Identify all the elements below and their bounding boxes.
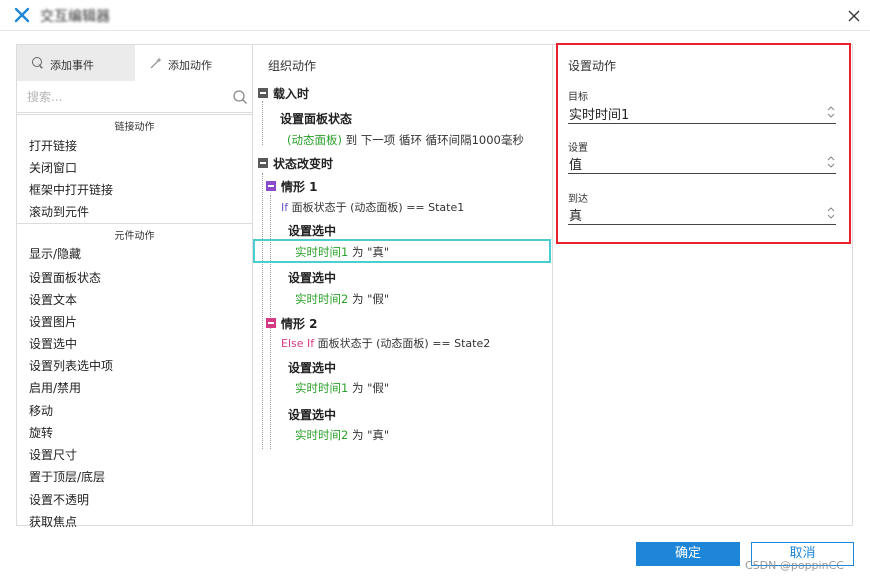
case-1-action-1-detail[interactable]: 实时时间1 为 "真"	[295, 244, 389, 260]
section-link-actions: 链接动作	[17, 114, 252, 133]
annotation-highlight-box	[556, 43, 851, 244]
case-2-action-2-detail[interactable]: 实时时间2 为 "真"	[295, 427, 389, 443]
action-close-window[interactable]: 关闭窗口	[29, 159, 77, 176]
action-focus[interactable]: 获取焦点	[29, 513, 77, 530]
event-state-change[interactable]: 状态改变时	[273, 155, 333, 172]
action-rotate[interactable]: 旋转	[29, 424, 53, 441]
action-set-image[interactable]: 设置图片	[29, 313, 77, 330]
tab-add-event[interactable]: 添加事件	[17, 45, 135, 81]
load-action-detail[interactable]: (动态面板) 到 下一项 循环 循环间隔1000毫秒	[287, 132, 524, 148]
case-1-action-2-detail[interactable]: 实时时间2 为 "假"	[295, 291, 389, 307]
ok-button[interactable]: 确定	[636, 542, 740, 566]
case-1-condition[interactable]: If 面板状态于 (动态面板) == State1	[281, 199, 464, 215]
action-set-size[interactable]: 设置尺寸	[29, 446, 77, 463]
event-on-load[interactable]: 载入时	[273, 85, 309, 102]
case-2-action-1-title[interactable]: 设置选中	[288, 359, 336, 376]
case-2-action-2-title[interactable]: 设置选中	[288, 406, 336, 423]
magic-wand-icon	[150, 57, 162, 69]
collapse-toggle-icon[interactable]	[258, 88, 268, 98]
title-bar: 交互编辑器	[0, 0, 870, 31]
case-2[interactable]: 情形 2	[281, 315, 318, 332]
case-1-action-2-title[interactable]: 设置选中	[288, 269, 336, 286]
search-bar	[17, 81, 252, 113]
action-set-opacity[interactable]: 设置不透明	[29, 491, 89, 508]
collapse-toggle-icon[interactable]	[266, 318, 276, 328]
action-set-panel-state[interactable]: 设置面板状态	[29, 269, 101, 286]
watermark: CSDN @poppinCC	[745, 559, 844, 572]
action-set-text[interactable]: 设置文本	[29, 291, 77, 308]
tab-add-action[interactable]: 添加动作	[135, 45, 253, 81]
action-library-panel: 添加事件 添加动作 链接动作 打开链接 关闭窗口 框架中打开链接 滚动到元件 元…	[16, 44, 253, 529]
case-1-action-1-title[interactable]: 设置选中	[288, 222, 336, 239]
collapse-toggle-icon[interactable]	[258, 158, 268, 168]
close-icon[interactable]	[846, 8, 862, 24]
action-open-link[interactable]: 打开链接	[29, 137, 77, 154]
collapse-toggle-icon[interactable]	[266, 181, 276, 191]
action-scroll-to-widget[interactable]: 滚动到元件	[29, 203, 89, 220]
case-2-action-1-detail[interactable]: 实时时间1 为 "假"	[295, 380, 389, 396]
case-1[interactable]: 情形 1	[281, 178, 318, 195]
action-show-hide[interactable]: 显示/隐藏	[29, 245, 81, 262]
search-icon[interactable]	[232, 89, 248, 105]
organize-actions-panel: 组织动作 载入时 设置面板状态 (动态面板) 到 下一项 循环 循环间隔1000…	[252, 44, 553, 526]
organize-actions-title: 组织动作	[268, 59, 317, 73]
tab-add-action-label: 添加动作	[168, 59, 212, 72]
tree-guide-line	[262, 173, 263, 449]
action-bring-front-back[interactable]: 置于顶层/底层	[29, 468, 105, 485]
window-title: 交互编辑器	[40, 9, 110, 25]
search-input[interactable]	[27, 87, 222, 107]
event-cursor-icon	[32, 57, 43, 69]
action-set-selected[interactable]: 设置选中	[29, 335, 77, 352]
library-tabs: 添加事件 添加动作	[17, 45, 253, 81]
action-open-in-frame[interactable]: 框架中打开链接	[29, 181, 113, 198]
action-move[interactable]: 移动	[29, 402, 53, 419]
load-action-title[interactable]: 设置面板状态	[280, 110, 352, 127]
action-enable-disable[interactable]: 启用/禁用	[29, 379, 81, 396]
axure-logo-icon	[14, 7, 30, 23]
case-2-condition[interactable]: Else If 面板状态于 (动态面板) == State2	[281, 335, 490, 351]
action-set-list-selected[interactable]: 设置列表选中项	[29, 357, 113, 374]
section-widget-actions: 元件动作	[17, 223, 252, 242]
tab-add-event-label: 添加事件	[50, 59, 94, 72]
tree-guide-line	[262, 101, 263, 145]
